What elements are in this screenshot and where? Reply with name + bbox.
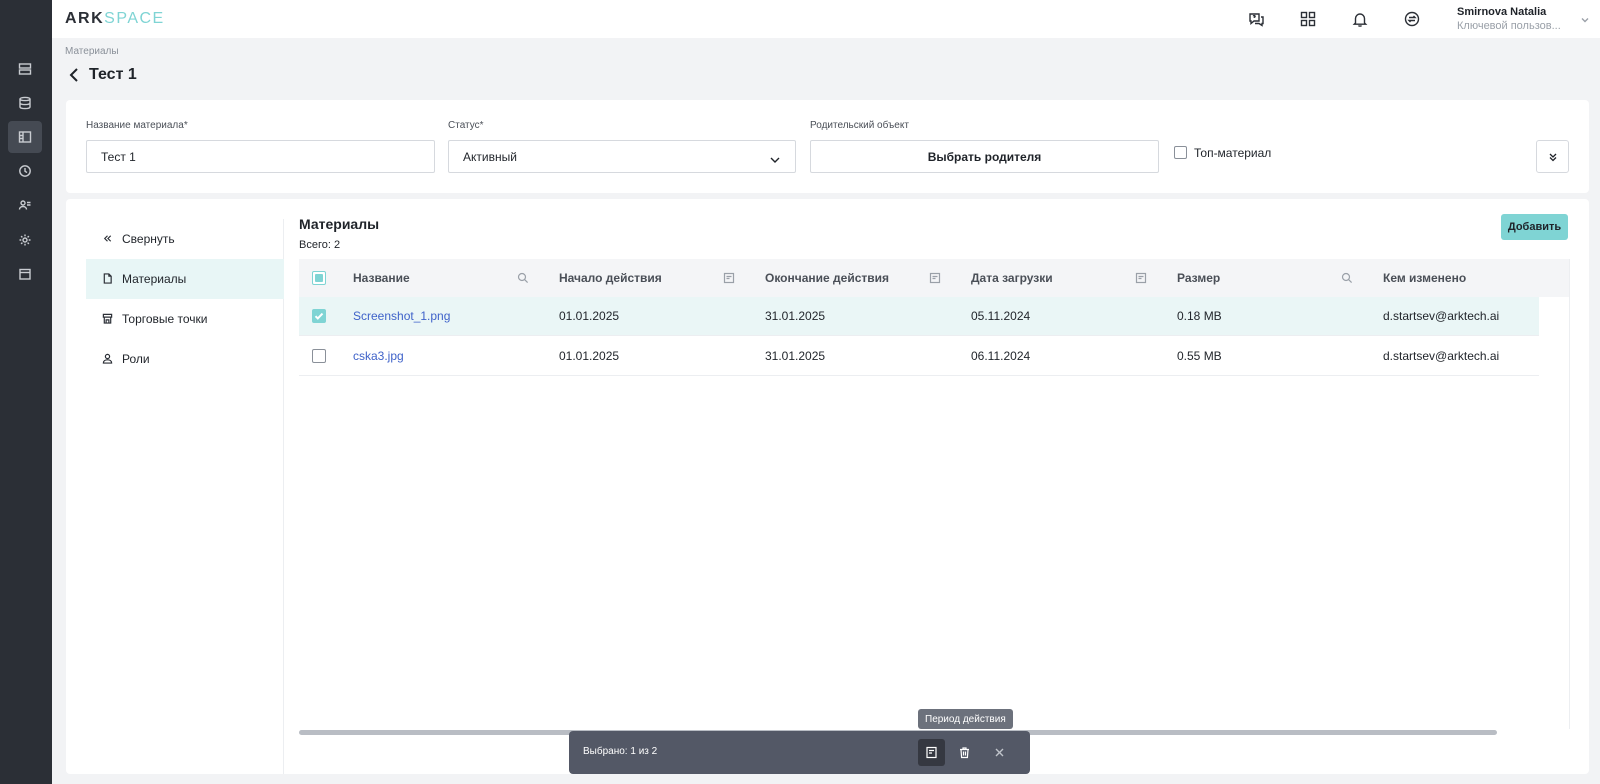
column-header[interactable]: Название	[353, 271, 410, 285]
start-date: 01.01.2025	[559, 349, 620, 363]
modified-by: d.startsev@arktech.ai	[1383, 349, 1500, 363]
user-name: Smirnova Natalia	[1457, 6, 1547, 18]
app-logo[interactable]: ARKSPACE	[65, 10, 165, 28]
clock-icon[interactable]	[8, 155, 42, 187]
double-chevron-left-icon	[102, 233, 114, 245]
section-sidebar: Свернуть Материалы Торговые точки Роли	[86, 219, 284, 774]
gear-icon[interactable]	[8, 224, 42, 256]
sidebar-item-label: Роли	[122, 352, 150, 366]
database-icon[interactable]	[8, 87, 42, 119]
help-chat-icon[interactable]	[1245, 8, 1267, 30]
double-chevron-down-icon	[1549, 153, 1556, 161]
table-row[interactable]: Screenshot_1.png 01.01.2025 31.01.2025 0…	[299, 297, 1539, 336]
back-arrow-icon[interactable]	[68, 67, 80, 83]
sidebar-item-roles[interactable]: Роли	[86, 339, 284, 379]
file-size: 0.18 MB	[1177, 309, 1222, 323]
start-date: 01.01.2025	[559, 309, 620, 323]
select-parent-button[interactable]: Выбрать родителя	[810, 140, 1159, 173]
collapse-label: Свернуть	[122, 232, 175, 246]
column-header[interactable]: Начало действия	[559, 271, 662, 285]
store-icon	[102, 313, 114, 325]
validity-period-button[interactable]	[918, 739, 945, 766]
sidebar-item-materials[interactable]: Материалы	[86, 259, 284, 299]
bell-icon[interactable]	[1349, 8, 1371, 30]
parent-label: Родительский объект	[810, 120, 909, 131]
select-all-checkbox[interactable]	[312, 271, 326, 285]
upload-date: 06.11.2024	[971, 349, 1031, 363]
sidebar-item-label: Материалы	[122, 272, 187, 286]
table-border	[1569, 259, 1570, 729]
chevron-down-icon	[769, 153, 781, 163]
close-selection-button[interactable]	[986, 739, 1013, 766]
status-value: Активный	[463, 149, 517, 164]
file-size: 0.55 MB	[1177, 349, 1222, 363]
user-role: Ключевой пользов...	[1457, 20, 1561, 32]
table-header: Название Начало действия Окончание дейст…	[299, 259, 1569, 297]
selection-bar: Выбрано: 1 из 2	[569, 731, 1030, 774]
close-icon	[995, 748, 1004, 757]
table-row[interactable]: cska3.jpg 01.01.2025 31.01.2025 06.11.20…	[299, 337, 1539, 376]
modified-by: d.startsev@arktech.ai	[1383, 309, 1500, 323]
calendar-filter-icon[interactable]	[929, 272, 941, 284]
left-nav-rail	[0, 0, 52, 784]
apps-grid-icon[interactable]	[1297, 8, 1319, 30]
material-name-value: Тест 1	[101, 149, 136, 164]
file-name-link[interactable]: cska3.jpg	[353, 349, 404, 363]
top-material-label: Топ-материал	[1194, 146, 1272, 160]
validity-period-tooltip: Период действия	[918, 709, 1013, 729]
column-header[interactable]: Размер	[1177, 271, 1220, 285]
end-date: 31.01.2025	[765, 309, 826, 323]
column-header[interactable]: Кем изменено	[1383, 271, 1466, 285]
file-icon	[102, 273, 114, 285]
file-name-link[interactable]: Screenshot_1.png	[353, 309, 450, 323]
search-icon[interactable]	[1341, 272, 1353, 284]
row-checkbox[interactable]	[312, 349, 326, 363]
calendar-filter-icon[interactable]	[723, 272, 735, 284]
total-count: Всего: 2	[299, 239, 341, 251]
top-material-checkbox[interactable]	[1174, 146, 1187, 159]
selection-count: Выбрано: 1 из 2	[583, 746, 658, 757]
layout-icon[interactable]	[8, 121, 42, 153]
calendar-filter-icon[interactable]	[1135, 272, 1147, 284]
users-icon[interactable]	[8, 189, 42, 221]
chevron-down-icon[interactable]	[1580, 13, 1590, 23]
status-select[interactable]: Активный	[448, 140, 796, 173]
page-title: Тест 1	[89, 66, 137, 83]
column-header[interactable]: Дата загрузки	[971, 271, 1053, 285]
sidebar-item-stores[interactable]: Торговые точки	[86, 299, 284, 339]
upload-date: 05.11.2024	[971, 309, 1031, 323]
column-header[interactable]: Окончание действия	[765, 271, 889, 285]
content-title: Материалы	[299, 216, 380, 232]
end-date: 31.01.2025	[765, 349, 826, 363]
sidebar-item-label: Торговые точки	[122, 312, 208, 326]
expand-form-button[interactable]	[1536, 140, 1569, 173]
collapse-button[interactable]: Свернуть	[86, 219, 284, 259]
delete-button[interactable]	[951, 739, 978, 766]
user-icon	[102, 353, 114, 365]
sync-icon[interactable]	[1401, 8, 1423, 30]
name-label: Название материала*	[86, 120, 188, 131]
materials-panel: Свернуть Материалы Торговые точки Роли М…	[66, 199, 1589, 774]
material-name-input[interactable]: Тест 1	[86, 140, 435, 173]
status-label: Статус*	[448, 120, 484, 131]
search-icon[interactable]	[517, 272, 529, 284]
trash-icon	[960, 747, 969, 759]
user-menu[interactable]: Smirnova Natalia Ключевой пользов...	[1457, 6, 1587, 33]
breadcrumb[interactable]: Материалы	[65, 46, 119, 57]
add-button[interactable]: Добавить	[1501, 214, 1568, 240]
calendar-edit-icon	[926, 746, 937, 759]
server-icon[interactable]	[8, 53, 42, 85]
material-form: Название материала* Тест 1 Статус* Актив…	[66, 100, 1589, 193]
calendar-icon[interactable]	[8, 258, 42, 290]
top-bar: ARKSPACE Smirnova Natalia Ключевой польз…	[52, 0, 1600, 38]
row-checkbox[interactable]	[312, 309, 326, 323]
